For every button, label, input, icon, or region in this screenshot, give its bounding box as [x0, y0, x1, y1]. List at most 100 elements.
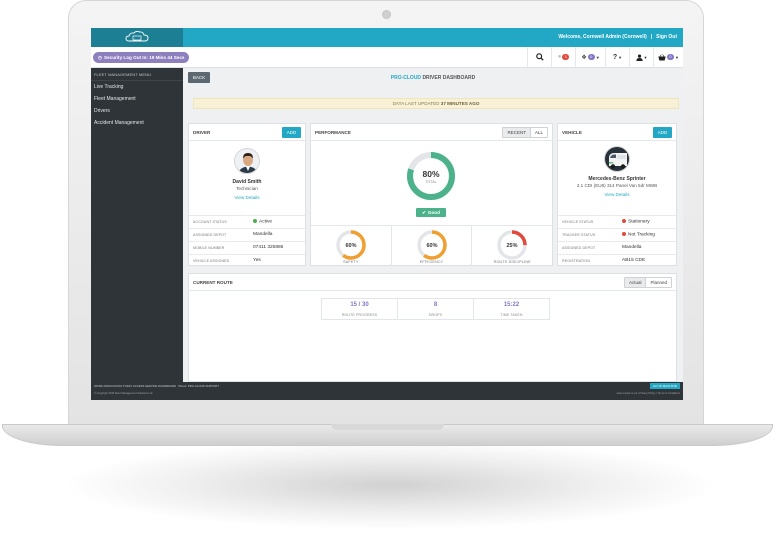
current-route-title: CURRENT ROUTE — [193, 280, 233, 285]
vehicle-field-row: VEHICLE STATUS Stationary — [558, 215, 676, 228]
top-bar: Welcome, Cornwell Admin (Cornwell) | Sign … — [91, 28, 683, 47]
add-vehicle-button[interactable]: ADD — [653, 127, 672, 138]
check-icon: ✔ — [422, 209, 426, 215]
toolbar: ◷ Security Log Out In: 19 Mins 44 Secs ● 1… — [91, 47, 683, 68]
driver-panel-header: DRIVER ADD — [189, 124, 305, 141]
metrics-row: 60% SAFETY 60% EFFICIENCY 25% ROUTE DISC… — [311, 225, 552, 266]
search-button[interactable] — [527, 47, 551, 67]
performance-panel: PERFORMANCE RECENT ALL 80% TOTAL ✔Good — [310, 123, 553, 266]
driver-field-row: ASSIGNED DEPOT Mandella — [189, 228, 305, 241]
field-value: Yes — [253, 258, 261, 263]
add-driver-button[interactable]: ADD — [282, 127, 301, 138]
header-separator: | — [650, 34, 653, 40]
stat-value: 15:22 — [503, 302, 520, 308]
alert-value: 37 MINUTES AGO — [440, 101, 480, 106]
app-logo[interactable] — [91, 28, 183, 47]
alerts-badge: 1 — [562, 54, 570, 60]
field-value: Mandella — [622, 245, 642, 250]
main-content: BACK PRO-CLOUD DRIVER DASHBOARD DATA LAS… — [183, 68, 683, 382]
account-status-value: Active — [259, 219, 273, 225]
app-screen: Welcome, Cornwell Admin (Cornwell) | Sign … — [91, 28, 683, 400]
field-value: Active — [253, 219, 272, 224]
sidebar-item-fleet-management[interactable]: Fleet Management — [91, 93, 183, 105]
laptop-shadow — [60, 440, 720, 530]
footer-line-2-text: Phone: PRO-CLOUD SUPPORT — [178, 384, 219, 388]
tab-all[interactable]: ALL — [529, 128, 547, 137]
vehicle-view-details-link[interactable]: View Details — [558, 192, 676, 197]
dropbox-icon: ❖ — [581, 54, 587, 61]
vehicle-field-row: REGISTRATION AB15 CDE — [558, 254, 676, 267]
vehicle-panel-header: VEHICLE ADD — [558, 124, 676, 141]
sidebar-item-drivers[interactable]: Drivers — [91, 105, 183, 117]
laptop-mockup: Welcome, Cornwell Admin (Cornwell) | Sign … — [0, 0, 775, 533]
rating-badge: ✔ Good — [416, 208, 446, 217]
metric-efficiency: 60% EFFICIENCY — [390, 226, 472, 266]
footer-line-1: WORK ASSOCIATION TODAY ACCESS SERVICE DA… — [94, 384, 219, 388]
performance-panel-header: PERFORMANCE RECENT ALL — [311, 124, 552, 141]
vehicle-panel-title: VEHICLE — [562, 130, 582, 135]
field-value: AB15 CDE — [622, 258, 646, 263]
field-label: ACCOUNT STATUS — [193, 220, 227, 224]
driver-name: David Smith — [232, 179, 262, 185]
stat-drops: 8 DROPS — [397, 299, 473, 319]
page-title-brand: PRO-CLOUD — [390, 75, 422, 81]
help-icon: ? — [612, 53, 618, 61]
vehicle-name: Mercedes-Benz Sprinter — [588, 176, 646, 182]
stat-route-progress: 15 / 30 ROUTE PROGRESS — [322, 299, 397, 319]
data-updated-alert: DATA LAST UPDATED 37 MINUTES AGO — [193, 98, 679, 109]
stat-time-taken: 15:22 TIME TAKEN — [473, 299, 549, 319]
sign-out-link[interactable]: Sign Out — [656, 34, 677, 40]
field-label: VEHICLE ASSIGNED — [193, 259, 230, 263]
help-button[interactable]: ? ▼ — [605, 47, 629, 67]
safety-ring: 60% — [336, 230, 366, 260]
main-site-button[interactable]: GO TO MAIN SITE — [650, 383, 680, 389]
search-icon — [535, 53, 544, 61]
performance-range-toggle: RECENT ALL — [502, 127, 548, 138]
alert-prefix: DATA LAST UPDATED — [392, 101, 440, 106]
performance-panel-title: PERFORMANCE — [315, 130, 351, 135]
stat-label: DROPS — [428, 313, 443, 317]
safety-value: 60% — [345, 243, 356, 249]
user-button[interactable]: ▼ — [629, 47, 653, 67]
efficiency-value: 60% — [426, 243, 437, 249]
cloud-van-logo-icon — [125, 30, 149, 42]
vehicle-field-row: ASSIGNED DEPOT Mandella — [558, 241, 676, 254]
total-score-label: TOTAL — [425, 180, 436, 184]
dropbox-button[interactable]: ❖ 0 ▼ — [575, 47, 605, 67]
field-label: VEHICLE STATUS — [562, 220, 594, 224]
metric-route-discipline: 25% ROUTE DISCIPLINE — [471, 226, 552, 266]
footer-links[interactable]: www.mysite.co.uk | Privacy Policy | Term… — [617, 392, 680, 395]
driver-photo-icon — [235, 149, 259, 173]
driver-role: Technician — [236, 186, 258, 191]
current-route-panel-header: CURRENT ROUTE Actual Planned — [189, 274, 676, 291]
vehicle-panel: VEHICLE ADD Mercedes-Benz Sprinter 2.1 C… — [557, 123, 677, 266]
bell-icon: ● — [557, 54, 562, 60]
basket-icon — [658, 53, 666, 60]
tab-planned[interactable]: Planned — [645, 278, 671, 287]
tab-recent[interactable]: RECENT — [503, 128, 530, 137]
tab-actual[interactable]: Actual — [624, 278, 646, 287]
sidebar-item-accident-management[interactable]: Accident Management — [91, 117, 183, 129]
driver-avatar — [234, 148, 260, 174]
sidebar: FLEET MANAGEMENT MENU Live Tracking Flee… — [91, 68, 183, 382]
security-timer-pill[interactable]: ◷ Security Log Out In: 19 Mins 44 Secs — [93, 52, 190, 63]
route-discipline-label: ROUTE DISCIPLINE — [493, 260, 531, 264]
cart-button[interactable]: 0 ▼ — [653, 47, 683, 67]
toolbar-icons: ● 1 ❖ 0 ▼ ? ▼ ▼ 0 ▼ — [527, 47, 683, 67]
dropbox-badge: 0 — [587, 54, 595, 60]
alerts-button[interactable]: ● 1 — [551, 47, 575, 67]
efficiency-ring: 60% — [416, 230, 447, 260]
van-photo-icon — [605, 147, 629, 171]
field-value: Not Tracking — [622, 232, 655, 237]
sidebar-item-live-tracking[interactable]: Live Tracking — [91, 81, 183, 93]
status-dot-icon — [622, 219, 626, 223]
field-label: ASSIGNED DEPOT — [562, 246, 596, 250]
total-score-value: 80% — [422, 169, 439, 179]
driver-field-row: VEHICLE ASSIGNED Yes — [189, 254, 305, 267]
laptop-notch — [331, 424, 444, 430]
footer-line-1-text: WORK ASSOCIATION TODAY ACCESS SERVICE DA… — [94, 384, 176, 388]
driver-field-row: ACCOUNT STATUS Active — [189, 215, 305, 228]
sidebar-heading: FLEET MANAGEMENT MENU — [91, 68, 183, 81]
tracker-status-value: Not Tracking — [628, 232, 655, 238]
driver-view-details-link[interactable]: View Details — [189, 195, 305, 200]
